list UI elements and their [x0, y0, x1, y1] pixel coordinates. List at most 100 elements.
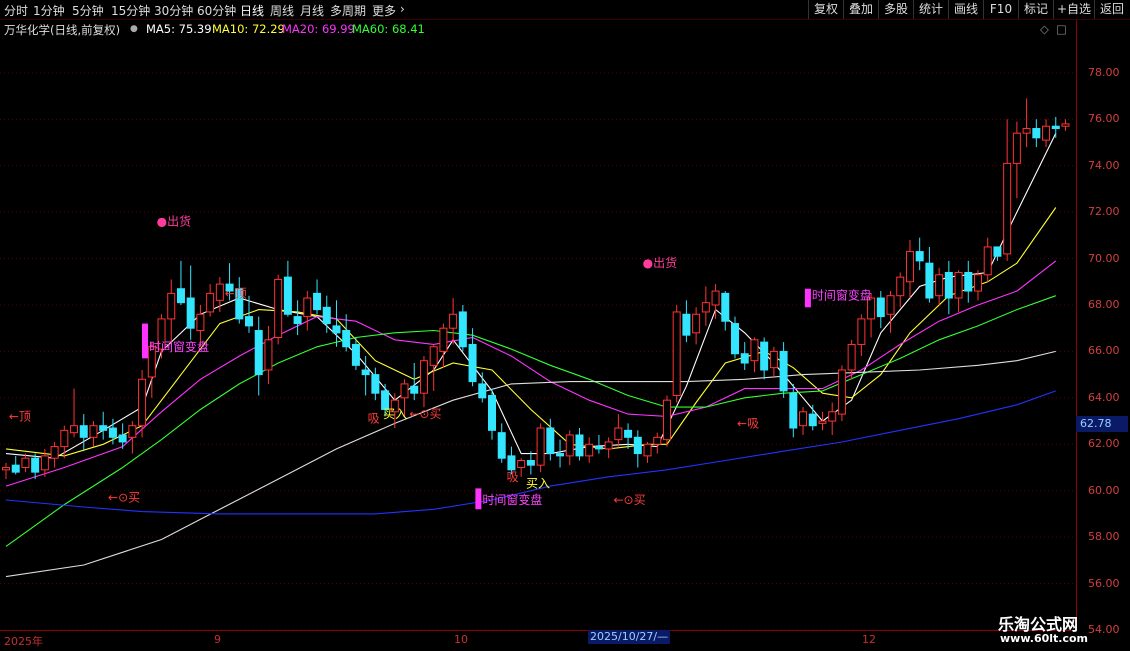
candle-body	[701, 302, 710, 313]
statistics-button[interactable]: 统计	[913, 0, 948, 19]
candle-body	[176, 288, 185, 304]
back-button[interactable]: 返回	[1094, 0, 1129, 19]
signal-label: ←⊙买	[409, 407, 441, 421]
candle-body	[254, 330, 263, 376]
candle-body	[449, 313, 458, 329]
candle-down	[458, 304, 467, 352]
draw-line-button[interactable]: 画线	[948, 0, 983, 19]
candle-up	[60, 425, 69, 459]
candle-up	[653, 432, 662, 454]
candle-body	[769, 350, 778, 369]
timeframe-tab-more[interactable]: 更多	[372, 2, 396, 19]
timeframe-tab-15min[interactable]: 15分钟	[111, 2, 150, 19]
candle-up	[206, 284, 215, 317]
candle-body	[31, 457, 40, 473]
candle-body	[643, 443, 652, 457]
candle-body	[653, 436, 662, 445]
candle-down	[410, 363, 419, 401]
candle-body	[565, 434, 574, 457]
candle-body	[40, 455, 49, 471]
candle-up	[1012, 121, 1021, 199]
candle-down	[556, 439, 565, 468]
candle-body	[556, 453, 565, 457]
mark-button[interactable]: 标记	[1018, 0, 1053, 19]
candle-down	[497, 423, 506, 463]
timeframe-tab-multi[interactable]: 多周期	[330, 2, 366, 19]
add-watchlist-button[interactable]: +自选	[1053, 0, 1094, 19]
candle-body	[711, 290, 720, 306]
candle-body	[692, 313, 701, 334]
toolbar: 分时 1分钟 5分钟 15分钟 30分钟 60分钟 日线 周线 月线 多周期 更…	[0, 0, 1130, 20]
candle-body	[915, 251, 924, 262]
price-label: 56.00	[1088, 576, 1120, 590]
timeframe-tab-daily[interactable]: 日线	[240, 2, 264, 19]
diamond-icon[interactable]: ◇	[1040, 22, 1049, 36]
adjust-button[interactable]: 复权	[808, 0, 843, 19]
multi-stock-button[interactable]: 多股	[878, 0, 913, 19]
timeframe-tab-intraday[interactable]: 分时	[4, 2, 28, 19]
candle-down	[293, 300, 302, 336]
candle-down	[760, 337, 769, 380]
candle-down	[31, 453, 40, 480]
candle-down	[944, 260, 953, 315]
candle-up	[983, 237, 992, 282]
candle-body	[351, 343, 360, 366]
f10-button[interactable]: F10	[983, 0, 1018, 19]
price-label: 60.00	[1088, 483, 1120, 497]
candle-body	[488, 395, 496, 431]
timeframe-tab-5min[interactable]: 5分钟	[72, 2, 104, 19]
candlestick-chart[interactable]: 时间窗变盘时间窗变盘时间窗变盘 ←顶←⊙买●出货←顶吸 买入 ←⊙买吸 买入←⊙买●出…	[0, 38, 1076, 630]
candle-body	[925, 262, 934, 299]
timeframe-tab-1min[interactable]: 1分钟	[33, 2, 65, 19]
candle-body	[138, 378, 147, 427]
candle-down	[740, 342, 749, 370]
candle-body	[497, 432, 506, 459]
moving-average-lines	[5, 132, 1057, 578]
chevron-right-icon[interactable]: ›	[400, 2, 405, 16]
candle-body	[1051, 125, 1060, 130]
candle-up	[672, 304, 681, 403]
candle-down	[964, 260, 973, 303]
candle-body	[789, 392, 798, 429]
timeframe-tab-monthly[interactable]: 月线	[300, 2, 324, 19]
candle-body	[128, 425, 137, 438]
candle-up	[2, 462, 10, 480]
signal-label: ←顶	[9, 409, 31, 423]
candle-up	[905, 239, 914, 299]
signal-label: ←⊙买	[614, 493, 646, 507]
x-label-dec: 12	[862, 633, 876, 646]
candle-body	[1032, 128, 1041, 139]
candle-up	[1022, 98, 1031, 148]
candle-up	[167, 279, 176, 347]
candle-body	[896, 276, 905, 297]
candle-body	[342, 330, 351, 348]
overlay-button[interactable]: 叠加	[843, 0, 878, 19]
candle-body	[633, 436, 642, 455]
candle-down	[721, 291, 730, 331]
date-axis: 2025年 9 10 12	[0, 630, 1076, 651]
candle-down	[915, 237, 924, 271]
candle-body	[964, 271, 973, 292]
candle-body	[536, 427, 545, 466]
candle-body	[70, 425, 79, 434]
price-label: 78.00	[1088, 65, 1120, 79]
ma10-value: MA10: 72.29	[212, 22, 285, 36]
x-label-2025: 2025年	[4, 635, 43, 648]
candle-down	[468, 328, 477, 387]
signal-label: 买入	[526, 477, 550, 491]
timeframe-tab-30min[interactable]: 30分钟	[154, 2, 193, 19]
candle-up	[769, 346, 778, 377]
candle-body	[313, 292, 322, 311]
timeframe-tab-60min[interactable]: 60分钟	[197, 2, 236, 19]
candle-body	[750, 339, 759, 362]
candle-body	[594, 446, 603, 450]
settings-circle-icon[interactable]: ●	[130, 24, 138, 34]
square-icon[interactable]: □	[1056, 22, 1067, 36]
timeframe-tab-weekly[interactable]: 周线	[270, 2, 294, 19]
candle-up	[857, 314, 866, 357]
candle-down	[283, 260, 292, 317]
candle-body	[983, 246, 992, 276]
candle-up	[837, 365, 846, 422]
candle-body	[264, 339, 273, 371]
candle-body	[1042, 125, 1051, 141]
